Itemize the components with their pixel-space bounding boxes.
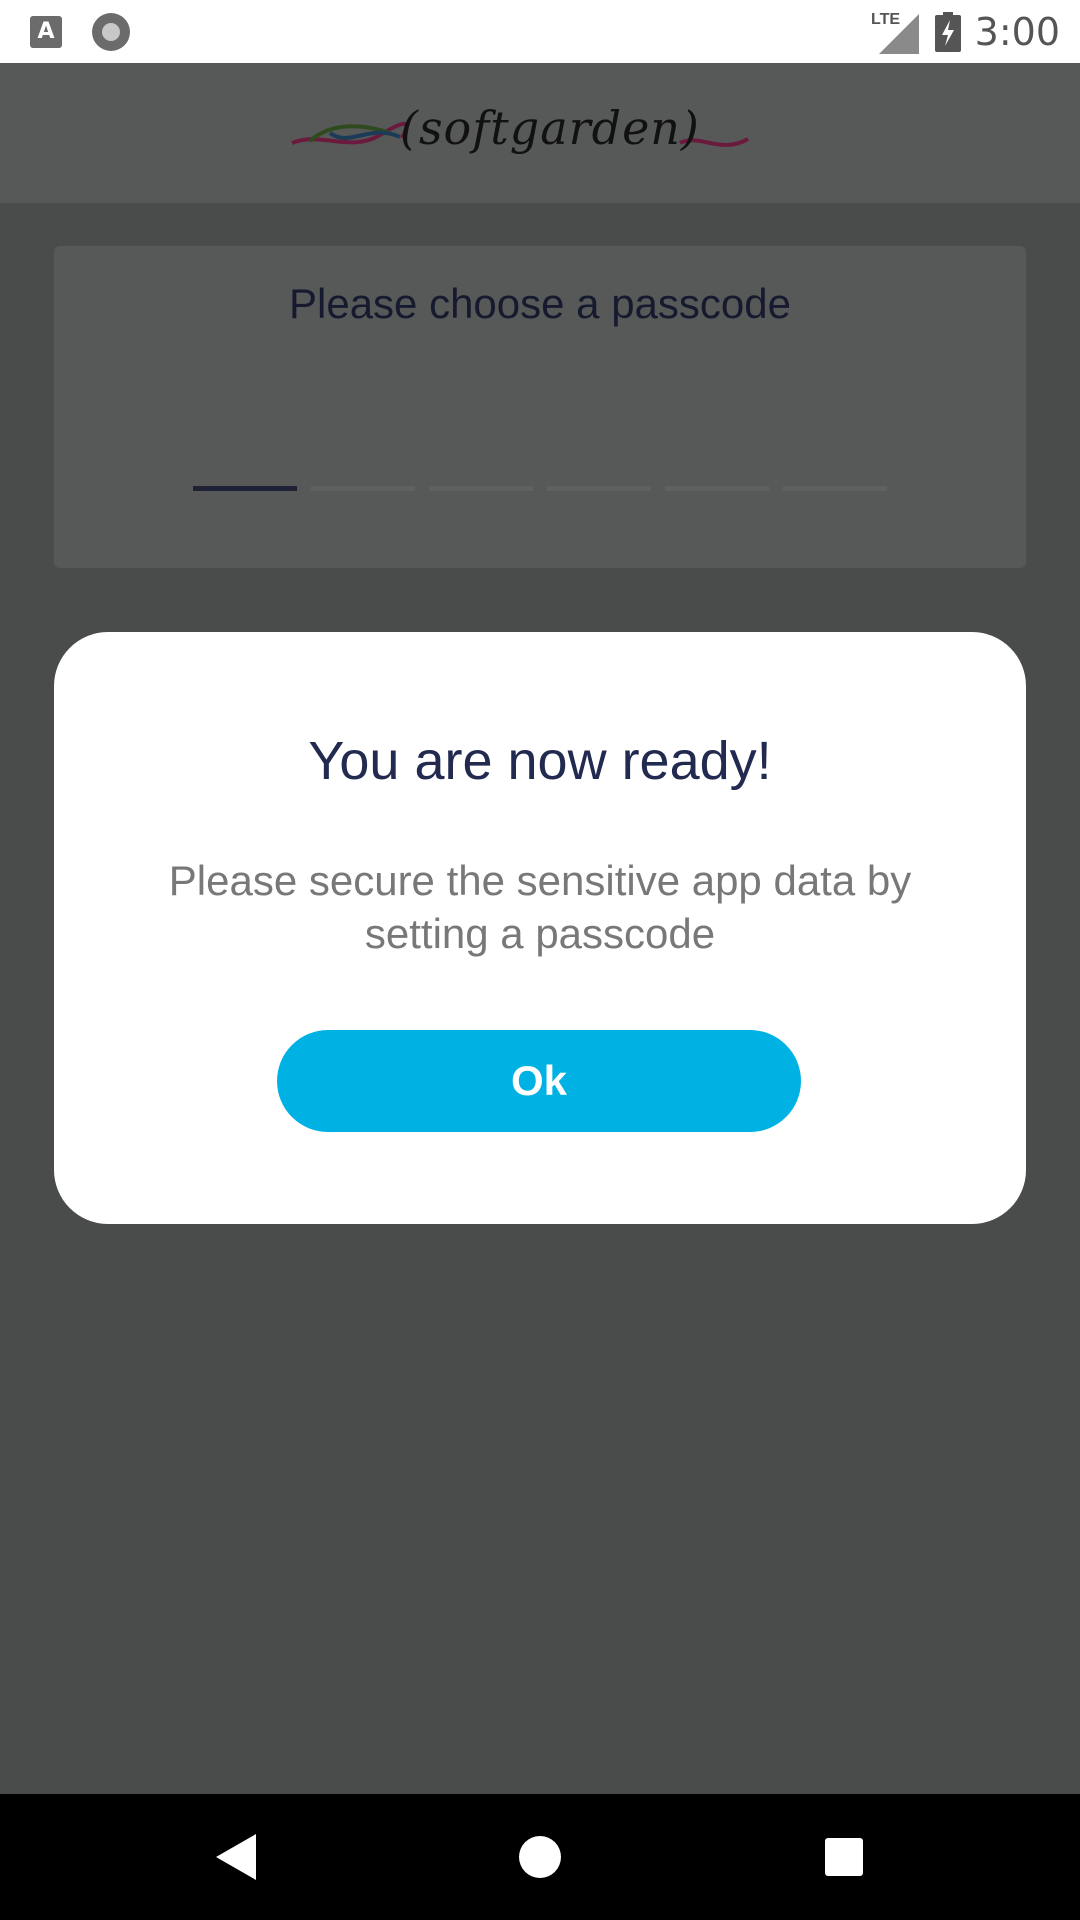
- ready-dialog: You are now ready! Please secure the sen…: [54, 632, 1026, 1224]
- home-icon: [519, 1836, 561, 1878]
- dialog-message: Please secure the sensitive app data by …: [168, 857, 912, 957]
- passcode-digit-indicator: [783, 486, 887, 491]
- clock: 3:00: [974, 10, 1060, 54]
- text-a-notification-icon: A: [30, 16, 62, 48]
- passcode-digit-indicator: [311, 486, 415, 491]
- passcode-title: Please choose a passcode: [288, 280, 791, 327]
- notification-icons: A: [30, 12, 130, 52]
- status-icons: LTE 3:00: [871, 8, 1060, 56]
- recents-button[interactable]: [784, 1794, 904, 1920]
- passcode-digit-indicator: [429, 486, 533, 491]
- status-bar: A LTE 3:00: [0, 0, 1080, 63]
- back-button[interactable]: [175, 1794, 295, 1920]
- network-type-label: LTE: [871, 11, 900, 28]
- lte-signal-icon: LTE: [871, 11, 919, 54]
- circle-notification-icon: [92, 13, 130, 51]
- home-button[interactable]: [480, 1794, 600, 1920]
- battery-charging-icon: [934, 12, 961, 52]
- softgarden-logo: (softgarden): [290, 93, 750, 173]
- logo-wordmark: (softgarden): [400, 101, 700, 155]
- passcode-digit-indicator: [193, 486, 297, 491]
- passcode-digit-indicator: [547, 486, 651, 491]
- passcode-digit-indicators: [193, 486, 893, 492]
- dialog-title: You are now ready!: [308, 731, 772, 791]
- recents-icon: [825, 1838, 863, 1876]
- app-header: (softgarden): [0, 63, 1080, 203]
- back-icon: [216, 1834, 256, 1880]
- passcode-card: Please choose a passcode: [54, 246, 1026, 568]
- navigation-bar: [0, 1794, 1080, 1920]
- ok-button[interactable]: Ok: [277, 1030, 801, 1132]
- passcode-digit-indicator: [665, 486, 769, 491]
